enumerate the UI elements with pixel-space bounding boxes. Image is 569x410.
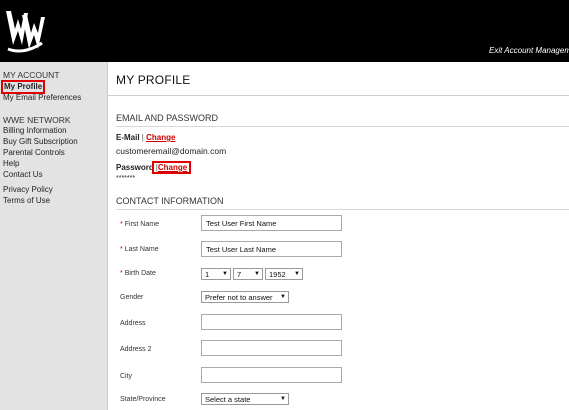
sidebar-item-help[interactable]: Help — [3, 159, 19, 169]
address-label: Address — [120, 320, 146, 327]
password-label: Password — [116, 163, 154, 172]
change-password-label: Change — [157, 163, 188, 172]
gender-select[interactable]: Prefer not to answer ▼ — [201, 291, 289, 303]
required-marker: * — [120, 270, 123, 277]
change-password-link[interactable]: |Change — [151, 161, 192, 174]
birth-year-select[interactable]: 1952 ▼ — [265, 268, 303, 280]
change-email-link[interactable]: Change — [146, 133, 175, 142]
last-name-label: * Last Name — [120, 246, 159, 253]
top-header: Exit Account Managem — [0, 0, 569, 62]
email-value: customeremail@domain.com — [116, 146, 227, 156]
wwe-logo-icon[interactable] — [4, 5, 46, 55]
exit-account-management-link[interactable]: Exit Account Managem — [489, 46, 569, 55]
state-province-label: State/Province — [120, 396, 166, 403]
required-marker: * — [120, 221, 123, 228]
password-value: ******* — [116, 175, 136, 182]
sidebar-item-parental-controls[interactable]: Parental Controls — [3, 148, 65, 158]
first-name-input[interactable]: Test User First Name — [201, 215, 342, 231]
required-marker: * — [120, 246, 123, 253]
sidebar-item-billing-information[interactable]: Billing Information — [3, 126, 67, 136]
birth-month-select[interactable]: 1 ▼ — [201, 268, 231, 280]
sidebar-item-my-email-preferences[interactable]: My Email Preferences — [3, 93, 81, 103]
address-2-label: Address 2 — [120, 346, 152, 353]
first-name-label: * First Name — [120, 221, 159, 228]
chevron-down-icon: ▼ — [294, 271, 300, 277]
email-password-heading: EMAIL AND PASSWORD — [116, 113, 219, 123]
sidebar-item-buy-gift-subscription[interactable]: Buy Gift Subscription — [3, 137, 78, 147]
birth-date-label: * Birth Date — [120, 270, 156, 277]
gender-label: Gender — [120, 294, 144, 301]
email-separator: | — [141, 133, 144, 142]
sidebar-item-terms-of-use[interactable]: Terms of Use — [3, 196, 50, 206]
contact-section-divider — [116, 209, 569, 210]
password-row: Password |Change — [116, 161, 192, 174]
account-sidebar: MY ACCOUNT My Profile My Email Preferenc… — [0, 62, 108, 410]
my-account-heading: MY ACCOUNT — [3, 70, 60, 80]
chevron-down-icon: ▼ — [280, 396, 286, 402]
address-2-input[interactable] — [201, 340, 342, 356]
address-input[interactable] — [201, 314, 342, 330]
page-title: MY PROFILE — [116, 73, 191, 87]
city-label: City — [120, 373, 133, 380]
birth-day-select[interactable]: 7 ▼ — [233, 268, 263, 280]
last-name-input[interactable]: Test User Last Name — [201, 241, 342, 257]
profile-main: MY PROFILE EMAIL AND PASSWORD E-Mail | C… — [108, 62, 569, 410]
email-label: E-Mail — [116, 133, 140, 142]
sidebar-item-privacy-policy[interactable]: Privacy Policy — [3, 185, 53, 195]
city-input[interactable] — [201, 367, 342, 383]
state-select[interactable]: Select a state ▼ — [201, 393, 289, 405]
chevron-down-icon: ▼ — [222, 271, 228, 277]
contact-information-heading: CONTACT INFORMATION — [116, 196, 224, 206]
chevron-down-icon: ▼ — [254, 271, 260, 277]
chevron-down-icon: ▼ — [280, 294, 286, 300]
wwe-network-heading: WWE NETWORK — [3, 115, 71, 125]
sidebar-item-my-profile[interactable]: My Profile — [0, 80, 46, 94]
sidebar-item-contact-us[interactable]: Contact Us — [3, 170, 43, 180]
email-section-divider — [116, 126, 569, 127]
title-divider — [108, 95, 569, 96]
email-row: E-Mail | Change — [116, 133, 175, 142]
